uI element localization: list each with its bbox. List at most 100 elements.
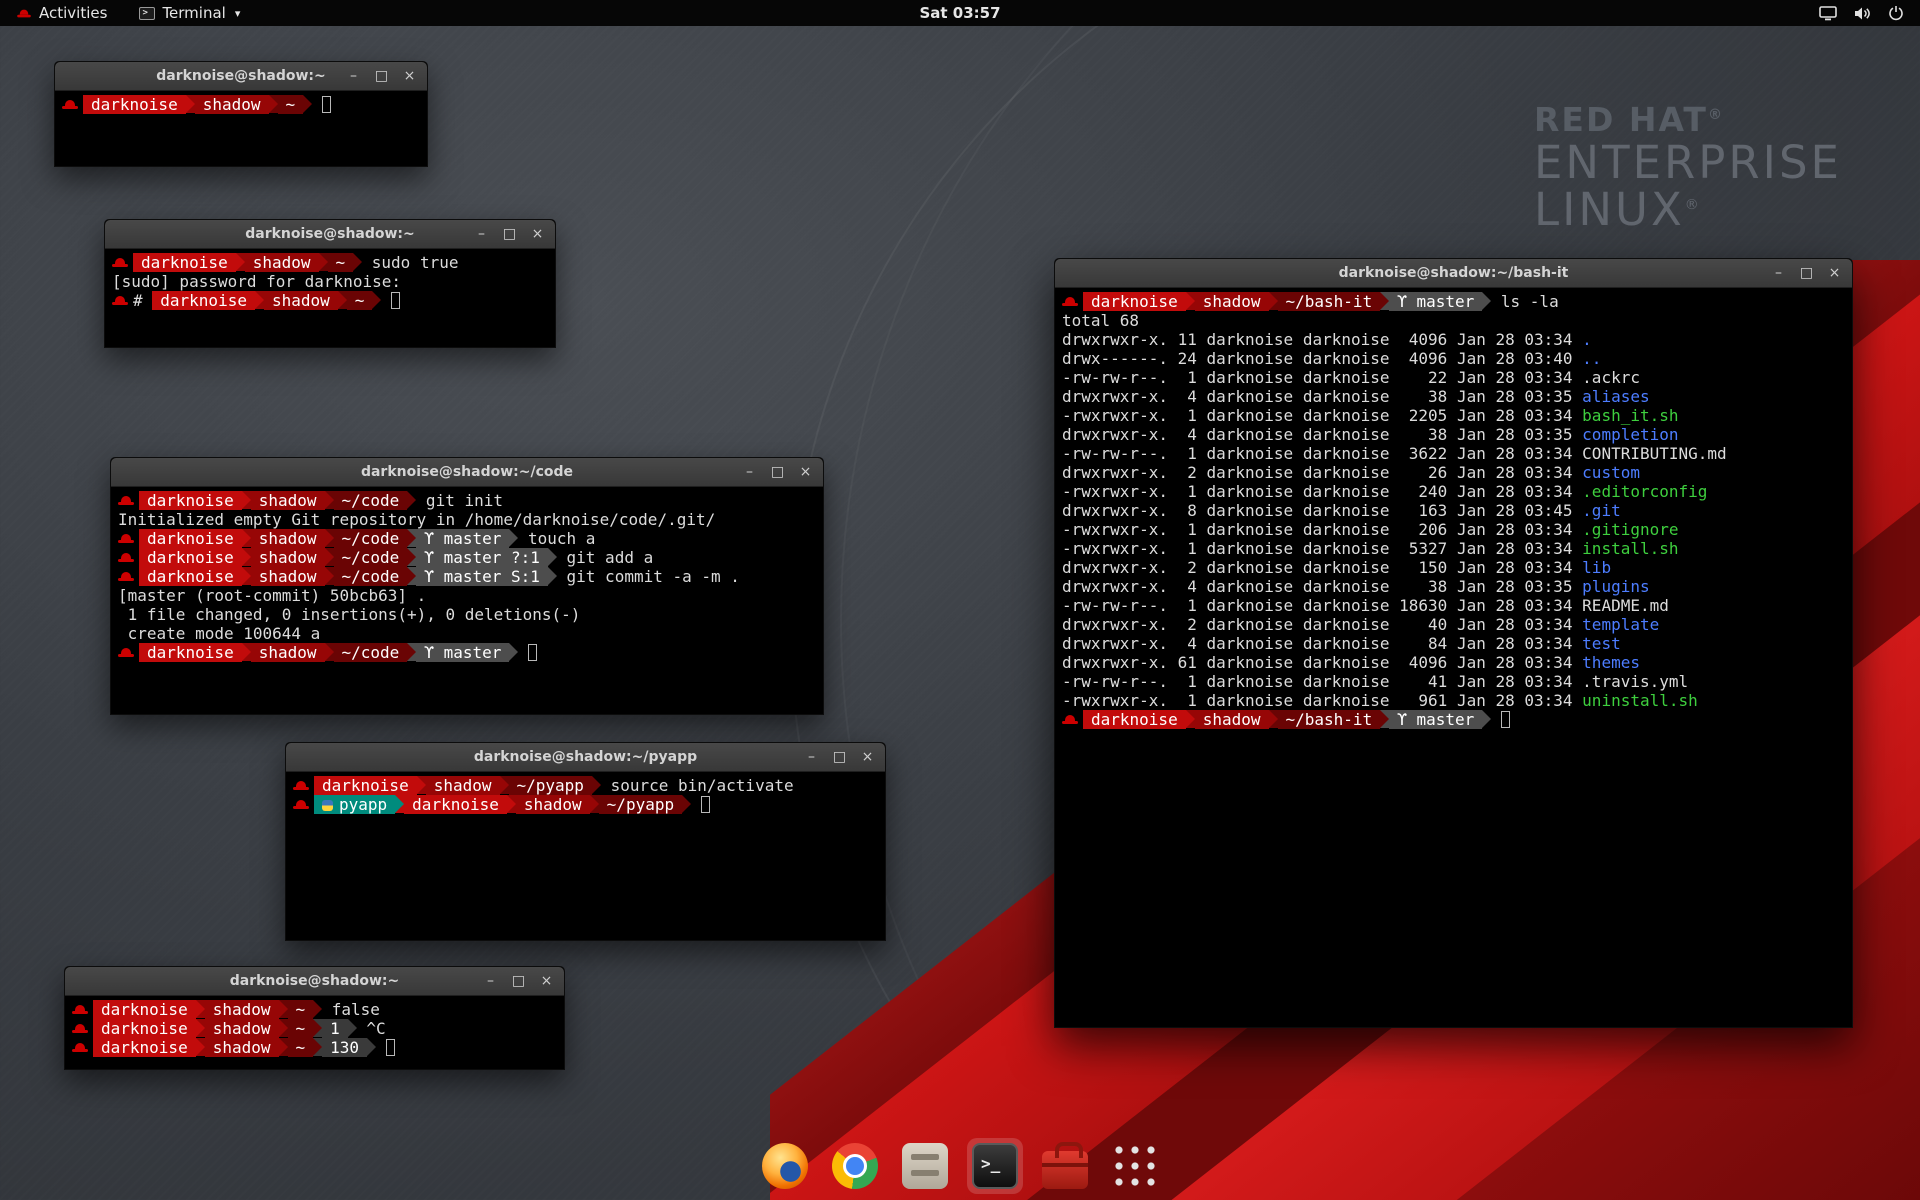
window-titlebar[interactable]: darknoise@shadow:~/code – □ ×	[111, 458, 823, 487]
close-button[interactable]: ×	[530, 220, 545, 249]
terminal-text: drwxrwxr-x. 4 darknoise darknoise 84 Jan…	[1062, 634, 1582, 653]
maximize-button[interactable]: □	[511, 967, 526, 996]
window-titlebar[interactable]: darknoise@shadow:~ – □ ×	[65, 967, 564, 996]
terminal-text: drwxrwxr-x. 4 darknoise darknoise 38 Jan…	[1062, 387, 1582, 406]
chrome-icon	[832, 1143, 878, 1189]
powerline-separator	[313, 1000, 322, 1018]
terminal-screen[interactable]: darknoiseshadow~	[55, 91, 427, 166]
terminal-line: darknoiseshadow~130	[72, 1038, 560, 1057]
prompt-segment-branch: ϒ master	[416, 643, 509, 662]
minimize-button[interactable]: –	[1771, 259, 1786, 288]
powerline-separator	[353, 253, 362, 271]
redhat-prompt-icon	[72, 1038, 88, 1057]
powerline-separator	[255, 291, 264, 309]
minimize-button[interactable]: –	[804, 743, 819, 772]
minimize-button[interactable]: –	[483, 967, 498, 996]
terminal-text	[381, 291, 391, 310]
redhat-prompt-icon	[118, 548, 134, 567]
prompt-segment-user: darknoise	[1083, 710, 1186, 729]
terminal-cursor	[386, 1039, 395, 1056]
terminal-screen[interactable]: darknoiseshadow~/code git initInitialize…	[111, 487, 823, 714]
powerline-separator	[325, 567, 334, 585]
terminal-line: -rwxrwxr-x. 1 darknoise darknoise 5327 J…	[1062, 539, 1848, 558]
dock-terminal[interactable]	[967, 1138, 1023, 1194]
terminal-line: darknoiseshadow~/codeϒ master	[118, 643, 819, 662]
terminal-line: darknoiseshadow~	[62, 95, 423, 114]
dock-firefox[interactable]	[757, 1138, 813, 1194]
powerline-separator	[338, 291, 347, 309]
minimize-button[interactable]: –	[742, 458, 757, 487]
terminal-line: -rwxrwxr-x. 1 darknoise darknoise 2205 J…	[1062, 406, 1848, 425]
close-button[interactable]: ×	[402, 62, 417, 91]
terminal-line: drwxrwxr-x. 2 darknoise darknoise 40 Jan…	[1062, 615, 1848, 634]
maximize-button[interactable]: □	[1799, 259, 1814, 288]
terminal-text: 1 file changed, 0 insertions(+), 0 delet…	[118, 605, 580, 624]
prompt-segment-venv: pyapp	[314, 795, 395, 814]
powerline-separator	[236, 253, 245, 271]
maximize-button[interactable]: □	[502, 220, 517, 249]
terminal-text: test	[1582, 634, 1621, 653]
terminal-cursor	[391, 292, 400, 309]
maximize-button[interactable]: □	[832, 743, 847, 772]
minimize-button[interactable]: –	[474, 220, 489, 249]
terminal-window-sudo: darknoise@shadow:~ – □ × darknoise shadow…	[104, 219, 556, 348]
terminal-text: completion	[1582, 425, 1678, 444]
terminal-window-home-2: darknoise@shadow:~ – □ × darknoiseshadow…	[64, 966, 565, 1070]
close-button[interactable]: ×	[860, 743, 875, 772]
maximize-button[interactable]: □	[374, 62, 389, 91]
redhat-prompt-icon	[1062, 292, 1078, 311]
terminal-icon	[972, 1143, 1018, 1189]
dock-app-grid[interactable]	[1107, 1138, 1163, 1194]
powerline-separator	[1186, 710, 1195, 728]
terminal-screen[interactable]: darknoiseshadow~ sudo true[sudo] passwor…	[105, 249, 555, 347]
close-button[interactable]: ×	[1827, 259, 1842, 288]
powerline-separator	[509, 643, 518, 661]
minimize-button[interactable]: –	[346, 62, 361, 91]
redhat-prompt-icon	[118, 529, 134, 548]
terminal-line: -rwxrwxr-x. 1 darknoise darknoise 206 Ja…	[1062, 520, 1848, 539]
window-titlebar[interactable]: darknoise@shadow:~ – □ ×	[105, 220, 555, 249]
power-icon[interactable]	[1888, 5, 1904, 21]
dock-chrome[interactable]	[827, 1138, 883, 1194]
terminal-line: [master (root-commit) 50bcb63] .	[118, 586, 819, 605]
powerline-separator	[407, 548, 416, 566]
terminal-line: drwxrwxr-x. 4 darknoise darknoise 38 Jan…	[1062, 577, 1848, 596]
terminal-cursor	[528, 644, 537, 661]
window-titlebar[interactable]: darknoise@shadow:~/pyapp – □ ×	[286, 743, 885, 772]
prompt-segment-path: ~/bash-it	[1278, 710, 1381, 729]
powerline-separator	[407, 643, 416, 661]
terminal-window-pyapp: darknoise@shadow:~/pyapp – □ × darknoise…	[285, 742, 886, 941]
powerline-separator	[682, 795, 691, 813]
terminal-text: lib	[1582, 558, 1611, 577]
terminal-screen[interactable]: darknoiseshadow~/bash-itϒ master ls -lat…	[1055, 288, 1852, 1027]
prompt-segment-host: shadow	[245, 253, 319, 272]
powerline-separator	[395, 795, 404, 813]
close-button[interactable]: ×	[798, 458, 813, 487]
clock[interactable]: Sat 03:57	[0, 4, 1920, 22]
terminal-text: drwxrwxr-x. 4 darknoise darknoise 38 Jan…	[1062, 577, 1582, 596]
terminal-line: darknoiseshadow~/codeϒ master touch a	[118, 529, 819, 548]
display-icon[interactable]	[1819, 6, 1837, 21]
prompt-segment-host: shadow	[205, 1000, 279, 1019]
prompt-segment-user: darknoise	[133, 253, 236, 272]
volume-icon[interactable]	[1854, 6, 1871, 21]
terminal-line: darknoiseshadow~ false	[72, 1000, 560, 1019]
window-titlebar[interactable]: darknoise@shadow:~ – □ ×	[55, 62, 427, 91]
close-button[interactable]: ×	[539, 967, 554, 996]
dock-files[interactable]	[897, 1138, 953, 1194]
dock-toolbox[interactable]	[1037, 1138, 1093, 1194]
maximize-button[interactable]: □	[770, 458, 785, 487]
terminal-text: drwxrwxr-x. 8 darknoise darknoise 163 Ja…	[1062, 501, 1582, 520]
terminal-line: -rw-rw-r--. 1 darknoise darknoise 3622 J…	[1062, 444, 1848, 463]
prompt-segment-user: darknoise	[93, 1000, 196, 1019]
window-titlebar[interactable]: darknoise@shadow:~/bash-it – □ ×	[1055, 259, 1852, 288]
terminal-text: [master (root-commit) 50bcb63] .	[118, 586, 426, 605]
terminal-line: total 68	[1062, 311, 1848, 330]
terminal-screen[interactable]: darknoiseshadow~/pyapp source bin/activa…	[286, 772, 885, 940]
powerline-separator	[242, 548, 251, 566]
terminal-screen[interactable]: darknoiseshadow~ falsedarknoiseshadow~1 …	[65, 996, 564, 1069]
terminal-text	[312, 95, 322, 114]
powerline-separator	[242, 529, 251, 547]
powerline-separator	[407, 567, 416, 585]
redhat-prompt-icon	[62, 95, 78, 114]
